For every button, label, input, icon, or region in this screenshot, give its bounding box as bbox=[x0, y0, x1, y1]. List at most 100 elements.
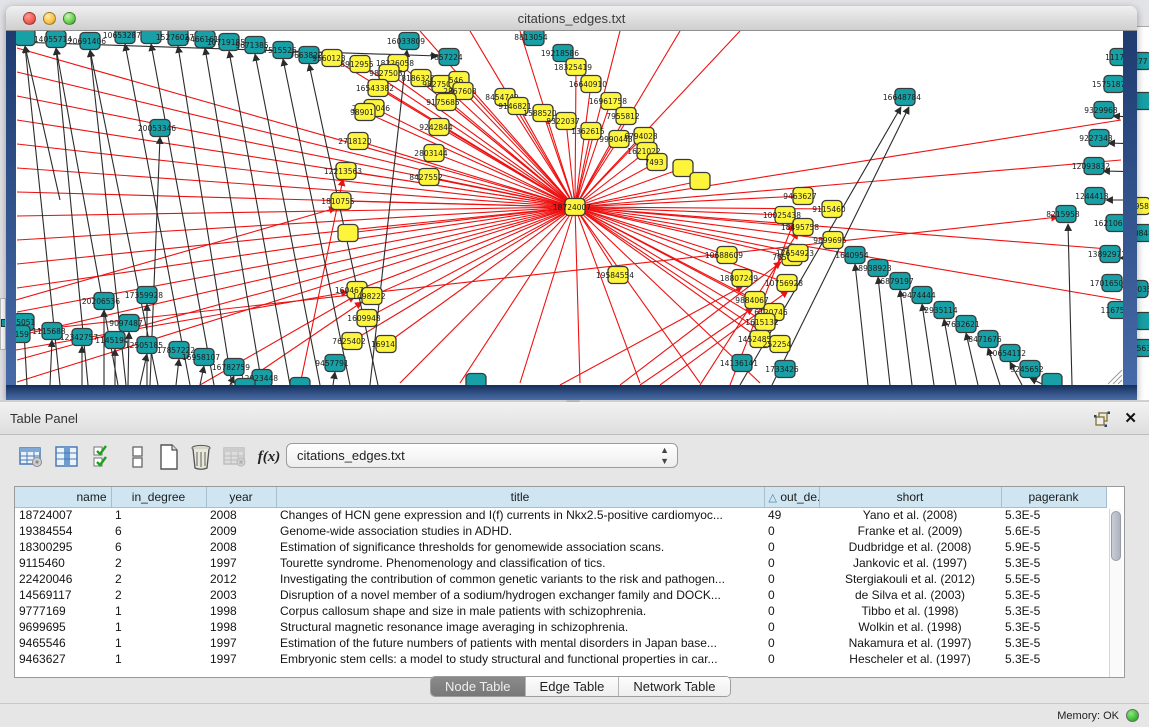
cell-short[interactable]: Dudbridge et al. (2008) bbox=[819, 539, 1001, 555]
cell-year[interactable]: 2003 bbox=[206, 587, 276, 603]
network-canvas[interactable]: 1405571420691406106532871527602794661611… bbox=[16, 31, 1123, 385]
row-options-icon[interactable] bbox=[124, 444, 150, 470]
cell-name[interactable]: 9463627 bbox=[15, 651, 111, 667]
cell-short[interactable]: Hescheler et al. (1997) bbox=[819, 651, 1001, 667]
cell-pagerank[interactable]: 5.3E-5 bbox=[1001, 507, 1106, 523]
column-header-out-degree[interactable]: △ out_de... bbox=[764, 487, 819, 507]
graph-node[interactable] bbox=[466, 374, 486, 386]
table-row[interactable]: 1872400712008Changes of HCN gene express… bbox=[15, 507, 1106, 523]
column-header-in-degree[interactable]: in_degree bbox=[111, 487, 206, 507]
graph-node[interactable] bbox=[1042, 374, 1062, 386]
cell-year[interactable]: 2009 bbox=[206, 523, 276, 539]
cell-pagerank[interactable]: 5.3E-5 bbox=[1001, 619, 1106, 635]
cell-out-degree[interactable]: 0 bbox=[764, 603, 819, 619]
network-view-window[interactable]: citations_edges.txt 14055714206914061065… bbox=[6, 6, 1137, 400]
table-row[interactable]: 911546021997Tourette syndrome. Phenomeno… bbox=[15, 555, 1106, 571]
graph-node[interactable] bbox=[1137, 313, 1149, 330]
column-header-year[interactable]: year bbox=[206, 487, 276, 507]
cell-name[interactable]: 22420046 bbox=[15, 571, 111, 587]
cell-year[interactable]: 1997 bbox=[206, 555, 276, 571]
tab-edge-table[interactable]: Edge Table bbox=[526, 677, 620, 696]
delete-attribute-icon[interactable] bbox=[188, 444, 214, 470]
cell-out-degree[interactable]: 49 bbox=[764, 507, 819, 523]
cell-name[interactable]: 18724007 bbox=[15, 507, 111, 523]
cell-title[interactable]: Structural magnetic resonance image aver… bbox=[276, 619, 764, 635]
cell-out-degree[interactable]: 0 bbox=[764, 619, 819, 635]
cell-out-degree[interactable]: 0 bbox=[764, 635, 819, 651]
cell-pagerank[interactable]: 5.6E-5 bbox=[1001, 523, 1106, 539]
graph-node[interactable] bbox=[290, 378, 310, 386]
scrollbar-thumb[interactable] bbox=[1111, 511, 1121, 561]
table-row[interactable]: 1938455462009Genome-wide association stu… bbox=[15, 523, 1106, 539]
cell-in-degree[interactable]: 1 bbox=[111, 651, 206, 667]
cell-title[interactable]: Corpus callosum shape and size in male p… bbox=[276, 603, 764, 619]
cell-title[interactable]: Estimation of significance thresholds fo… bbox=[276, 539, 764, 555]
cell-out-degree[interactable]: 0 bbox=[764, 571, 819, 587]
graph-node[interactable] bbox=[338, 225, 358, 242]
cell-title[interactable]: Estimation of the future numbers of pati… bbox=[276, 635, 764, 651]
select-columns-icon[interactable] bbox=[90, 444, 116, 470]
cell-title[interactable]: Tourette syndrome. Phenomenology and cla… bbox=[276, 555, 764, 571]
cell-year[interactable]: 2008 bbox=[206, 539, 276, 555]
function-builder-icon[interactable]: f(x) bbox=[256, 444, 282, 470]
cell-pagerank[interactable]: 5.9E-5 bbox=[1001, 539, 1106, 555]
cell-in-degree[interactable]: 2 bbox=[111, 587, 206, 603]
cell-short[interactable]: Wolkin et al. (1998) bbox=[819, 619, 1001, 635]
network-graph[interactable]: 1405571420691406106532871527602794661611… bbox=[16, 31, 1123, 385]
table-row[interactable]: 969969511998Structural magnetic resonanc… bbox=[15, 619, 1106, 635]
new-table-icon[interactable] bbox=[156, 444, 182, 470]
cell-short[interactable]: Tibbo et al. (1998) bbox=[819, 603, 1001, 619]
graph-node[interactable] bbox=[235, 379, 255, 386]
cell-year[interactable]: 1998 bbox=[206, 619, 276, 635]
cell-out-degree[interactable]: 0 bbox=[764, 651, 819, 667]
cell-title[interactable]: Genome-wide association studies in ADHD. bbox=[276, 523, 764, 539]
cell-short[interactable]: Yano et al. (2008) bbox=[819, 507, 1001, 523]
cell-title[interactable]: Investigating the contribution of common… bbox=[276, 571, 764, 587]
cell-short[interactable]: Jankovic et al. (1997) bbox=[819, 555, 1001, 571]
float-panel-icon[interactable] bbox=[1093, 410, 1111, 428]
table-row[interactable]: 946362711997Embryonic stem cells: a mode… bbox=[15, 651, 1106, 667]
cell-pagerank[interactable]: 5.3E-5 bbox=[1001, 603, 1106, 619]
cell-pagerank[interactable]: 5.3E-5 bbox=[1001, 635, 1106, 651]
table-row[interactable]: 2242004622012Investigating the contribut… bbox=[15, 571, 1106, 587]
column-header-title[interactable]: title bbox=[276, 487, 764, 507]
cell-short[interactable]: Stergiakouli et al. (2012) bbox=[819, 571, 1001, 587]
cell-short[interactable]: Franke et al. (2009) bbox=[819, 523, 1001, 539]
cell-title[interactable]: Changes of HCN gene expression and I(f) … bbox=[276, 507, 764, 523]
cell-pagerank[interactable]: 5.5E-5 bbox=[1001, 571, 1106, 587]
delete-table-icon[interactable] bbox=[222, 444, 248, 470]
cell-year[interactable]: 2012 bbox=[206, 571, 276, 587]
table-selector-dropdown[interactable]: citations_edges.txt ▲▼ bbox=[286, 443, 678, 468]
graph-node[interactable] bbox=[673, 160, 693, 177]
graph-node[interactable] bbox=[690, 173, 710, 190]
cell-name[interactable]: 9115460 bbox=[15, 555, 111, 571]
cell-out-degree[interactable]: 0 bbox=[764, 587, 819, 603]
cell-name[interactable]: 19384554 bbox=[15, 523, 111, 539]
cell-in-degree[interactable]: 2 bbox=[111, 571, 206, 587]
column-header-name[interactable]: name bbox=[15, 487, 111, 507]
cell-year[interactable]: 1997 bbox=[206, 635, 276, 651]
column-header-short[interactable]: short bbox=[819, 487, 1001, 507]
cell-name[interactable]: 9465546 bbox=[15, 635, 111, 651]
cell-pagerank[interactable]: 5.3E-5 bbox=[1001, 651, 1106, 667]
table-settings-icon[interactable] bbox=[18, 444, 44, 470]
table-row[interactable]: 1830029562008Estimation of significance … bbox=[15, 539, 1106, 555]
vertical-scrollbar[interactable] bbox=[1109, 509, 1122, 677]
cell-in-degree[interactable]: 1 bbox=[111, 635, 206, 651]
table-row[interactable]: 977716911998Corpus callosum shape and si… bbox=[15, 603, 1106, 619]
cell-out-degree[interactable]: 0 bbox=[764, 555, 819, 571]
cell-short[interactable]: Nakamura et al. (1997) bbox=[819, 635, 1001, 651]
cell-year[interactable]: 1998 bbox=[206, 603, 276, 619]
column-header-pagerank[interactable]: pagerank bbox=[1001, 487, 1106, 507]
close-panel-icon[interactable]: ✕ bbox=[1124, 409, 1137, 427]
tab-node-table[interactable]: Node Table bbox=[431, 677, 526, 696]
cell-in-degree[interactable]: 1 bbox=[111, 603, 206, 619]
cell-title[interactable]: Disruption of a novel member of a sodium… bbox=[276, 587, 764, 603]
table-row[interactable]: 946554611997Estimation of the future num… bbox=[15, 635, 1106, 651]
cell-in-degree[interactable]: 1 bbox=[111, 507, 206, 523]
graph-node[interactable] bbox=[16, 31, 35, 46]
cell-name[interactable]: 9777169 bbox=[15, 603, 111, 619]
cell-in-degree[interactable]: 6 bbox=[111, 539, 206, 555]
table-row[interactable]: 1456911722003Disruption of a novel membe… bbox=[15, 587, 1106, 603]
cell-out-degree[interactable]: 0 bbox=[764, 539, 819, 555]
